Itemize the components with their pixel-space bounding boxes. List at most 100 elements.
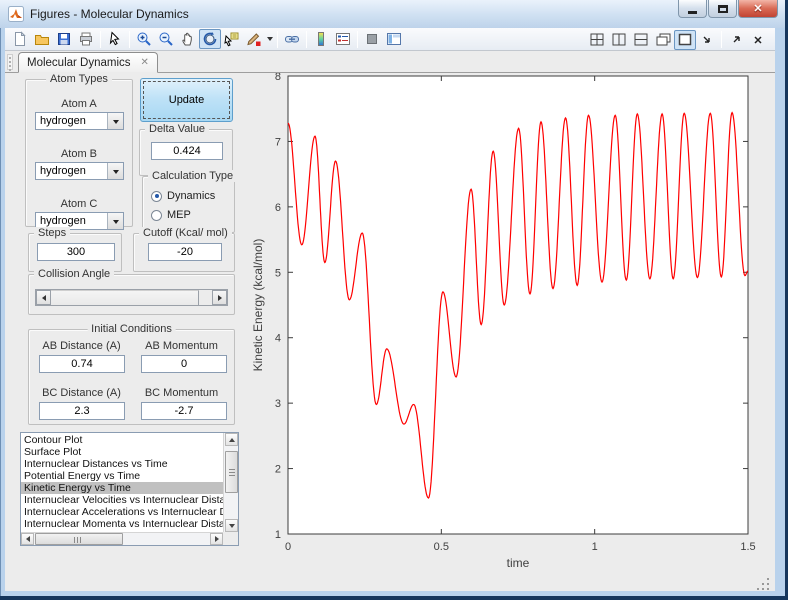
plot-axes[interactable]: 00.511.512345678timeKinetic Energy (kcal… (250, 73, 775, 591)
link-plot-icon[interactable] (281, 29, 303, 49)
tile-grid-icon[interactable] (586, 30, 608, 50)
y-tick-label: 6 (275, 202, 281, 214)
list-item[interactable]: Surface Plot (21, 446, 223, 458)
insert-legend-icon[interactable] (332, 29, 354, 49)
atom-types-panel: Atom Types Atom AhydrogenAtom BhydrogenA… (25, 79, 133, 227)
y-tick-label: 7 (275, 136, 281, 148)
y-tick-label: 4 (275, 333, 281, 345)
ab-momentum-field[interactable] (141, 355, 227, 373)
cutoff-title: Cutoff (Kcal/ mol) (139, 227, 232, 239)
window-edge (0, 596, 788, 600)
collision-angle-title: Collision Angle (34, 268, 114, 280)
chevron-down-icon[interactable] (107, 113, 123, 129)
collision-angle-slider[interactable] (35, 289, 228, 306)
atom-b-label: Atom B (26, 148, 132, 160)
initial-conditions-panel: Initial Conditions AB Distance (A)AB Mom… (28, 329, 235, 425)
scroll-left-icon[interactable] (21, 533, 34, 545)
tab-bar: Molecular Dynamics ✕ (5, 51, 775, 73)
close-icon: ✕ (753, 2, 762, 15)
dock-arrow-icon[interactable] (696, 30, 718, 50)
bc-distance-field[interactable] (39, 402, 125, 420)
float-windows-icon[interactable] (652, 30, 674, 50)
brush-dropdown-icon[interactable] (265, 29, 274, 49)
undock-icon[interactable] (725, 30, 747, 50)
bc-momentum-field[interactable] (141, 402, 227, 420)
radio-dynamics[interactable]: Dynamics (151, 190, 215, 202)
radio-dynamics-icon[interactable] (151, 191, 162, 202)
atom-b-dropdown[interactable]: hydrogen (35, 162, 124, 180)
chevron-down-icon[interactable] (107, 163, 123, 179)
initial-conditions-title: Initial Conditions (87, 323, 176, 335)
toolbar-separator (357, 31, 358, 48)
toolbar-separator (721, 31, 722, 48)
atom-a-dropdown[interactable]: hydrogen (35, 112, 124, 130)
resize-grip-icon[interactable] (757, 578, 771, 592)
horizontal-scroll-thumb[interactable] (35, 533, 123, 545)
edit-plot-icon[interactable] (104, 29, 126, 49)
print-figure-icon[interactable] (75, 29, 97, 49)
scroll-up-icon[interactable] (225, 433, 238, 446)
y-tick-label: 8 (275, 73, 281, 83)
zoom-in-icon[interactable] (133, 29, 155, 49)
vertical-scrollbar[interactable] (223, 433, 238, 532)
data-cursor-icon[interactable] (221, 29, 243, 49)
slider-right-arrow-icon[interactable] (212, 290, 227, 305)
update-button[interactable]: Update (140, 78, 233, 122)
radio-mep-icon[interactable] (151, 210, 162, 221)
tile-rows-icon[interactable] (630, 30, 652, 50)
bc-distance-label: BC Distance (A) (34, 387, 129, 399)
save-figure-icon[interactable] (53, 29, 75, 49)
list-item[interactable]: Internuclear Accelerations vs Internucle… (21, 506, 223, 518)
radio-dynamics-label: Dynamics (167, 190, 215, 202)
radio-mep[interactable]: MEP (151, 209, 191, 221)
list-item[interactable]: Internuclear Velocities vs Internuclear … (21, 494, 223, 506)
list-item[interactable]: Internuclear Distances vs Time (21, 458, 223, 470)
tab-molecular-dynamics[interactable]: Molecular Dynamics ✕ (18, 52, 158, 73)
x-tick-label: 0.5 (434, 541, 449, 553)
window-title: Figures - Molecular Dynamics (30, 7, 189, 21)
ab-momentum-label: AB Momentum (134, 340, 229, 352)
close-button[interactable]: ✕ (738, 0, 778, 18)
ab-distance-field[interactable] (39, 355, 125, 373)
list-item[interactable]: Potential Energy vs Time (21, 470, 223, 482)
zoom-out-icon[interactable] (155, 29, 177, 49)
open-file-icon[interactable] (31, 29, 53, 49)
maximize-tab-icon[interactable] (674, 30, 696, 50)
plot-type-listbox[interactable]: Contour PlotSurface PlotInternuclear Dis… (20, 432, 239, 546)
rotate-3d-icon[interactable] (199, 29, 221, 49)
ab-distance-label: AB Distance (A) (34, 340, 129, 352)
tab-close-icon[interactable]: ✕ (141, 57, 149, 68)
plot-canvas[interactable] (288, 76, 748, 534)
slider-trough[interactable] (199, 290, 212, 305)
window-controls: ✕ (677, 0, 778, 18)
horizontal-scrollbar[interactable] (21, 532, 223, 545)
x-tick-label: 1.5 (740, 541, 755, 553)
title-bar: Figures - Molecular Dynamics ✕ (0, 0, 788, 28)
brush-icon[interactable] (243, 29, 265, 49)
minimize-button[interactable] (678, 0, 707, 18)
chevron-down-icon[interactable] (107, 213, 123, 229)
tile-columns-icon[interactable] (608, 30, 630, 50)
show-plot-tools-icon[interactable] (383, 29, 405, 49)
hide-plot-tools-icon[interactable] (361, 29, 383, 49)
scroll-right-icon[interactable] (210, 533, 223, 545)
new-figure-icon[interactable] (9, 29, 31, 49)
insert-colorbar-icon[interactable] (310, 29, 332, 49)
vertical-scroll-thumb[interactable] (225, 451, 238, 493)
toolbar-separator (277, 31, 278, 48)
close-panel-icon[interactable] (747, 30, 769, 50)
list-item[interactable]: Kinetic Energy vs Time (21, 482, 223, 494)
slider-thumb[interactable] (51, 290, 199, 305)
pan-icon[interactable] (177, 29, 199, 49)
delta-value-field[interactable] (151, 142, 223, 160)
scroll-down-icon[interactable] (225, 519, 238, 532)
tab-bar-grip[interactable] (7, 54, 13, 70)
matlab-app-icon (8, 6, 24, 22)
bc-momentum-label: BC Momentum (134, 387, 229, 399)
list-item[interactable]: Contour Plot (21, 434, 223, 446)
steps-field[interactable] (37, 243, 115, 261)
maximize-button[interactable] (708, 0, 737, 18)
list-item[interactable]: Internuclear Momenta vs Internuclear Dis… (21, 518, 223, 530)
slider-left-arrow-icon[interactable] (36, 290, 51, 305)
cutoff-field[interactable] (148, 243, 222, 261)
